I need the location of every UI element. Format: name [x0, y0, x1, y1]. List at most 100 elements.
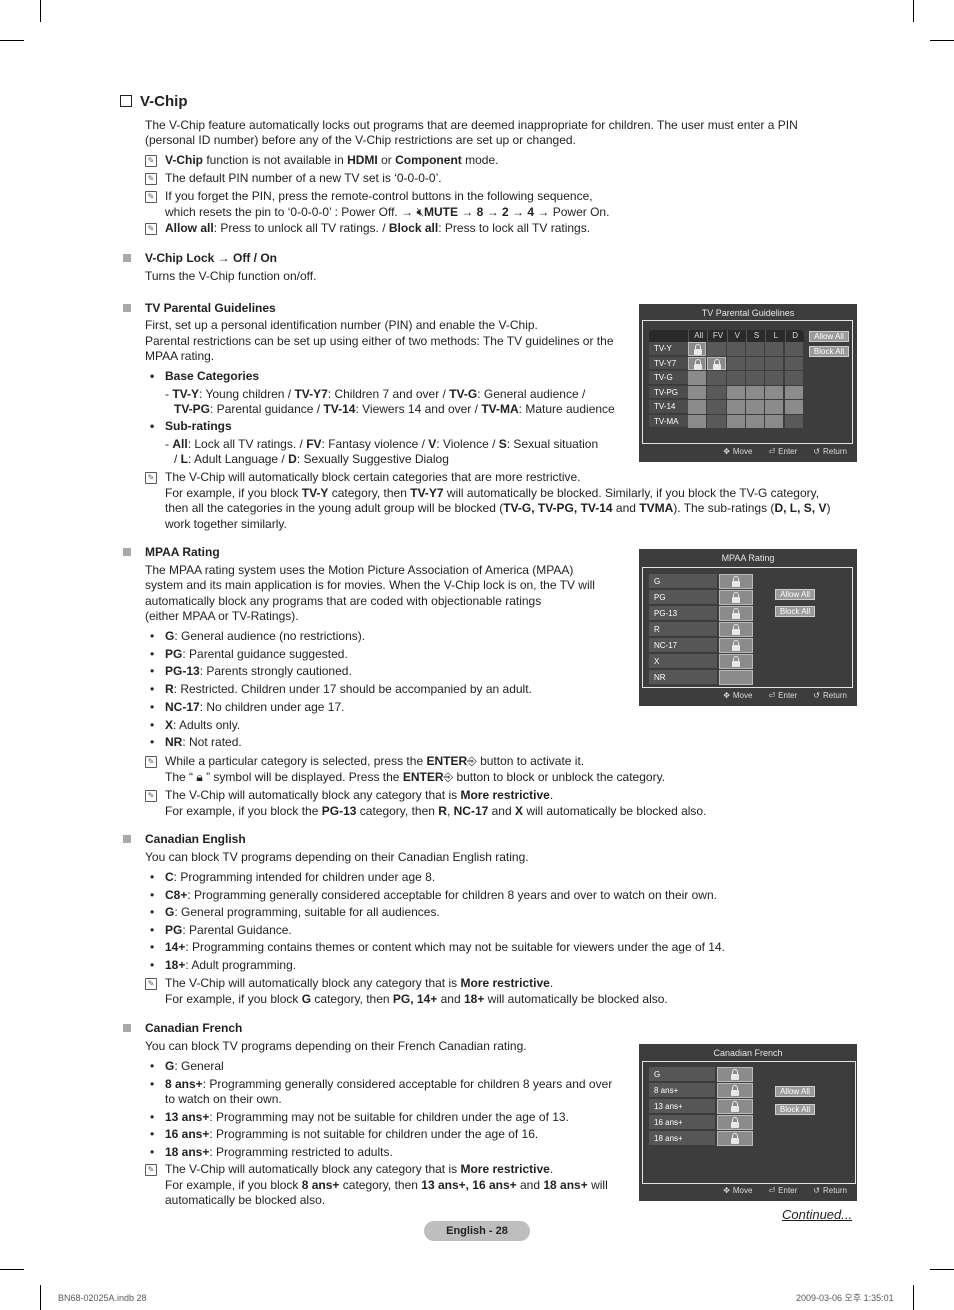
rating-cell[interactable]: [765, 356, 784, 370]
bullet-dot-icon: •: [150, 870, 155, 884]
lock-icon: [731, 1101, 739, 1112]
rating-cell[interactable]: [719, 590, 753, 605]
rating-cell[interactable]: [707, 356, 726, 370]
rating-cell[interactable]: [719, 654, 753, 669]
row-label: NC-17: [649, 638, 717, 653]
allow-all-button[interactable]: Allow All: [775, 589, 815, 600]
note: ✎ V-Chip function is not available in HDM…: [145, 153, 498, 169]
list-item-key: PG-13: [165, 664, 200, 679]
rating-cell[interactable]: [707, 414, 726, 428]
rating-cell[interactable]: [765, 385, 784, 399]
rating-cell[interactable]: [745, 400, 765, 414]
rating-cell[interactable]: [784, 356, 803, 370]
list-item: • 8 ans+: Programming generally considere…: [150, 1077, 612, 1108]
block-all-button[interactable]: Block All: [775, 606, 815, 617]
lock-icon: [731, 1069, 739, 1080]
list-item: • C8+: Programming generally considered a…: [150, 888, 717, 904]
osd-mpaa-rating: MPAA Rating G PG PG-13 R NC-17 X NR Allow All …: [639, 549, 857, 706]
rating-cell[interactable]: [719, 622, 753, 637]
rating-cell[interactable]: [745, 371, 765, 385]
column-header: L: [765, 330, 785, 342]
allow-all-button[interactable]: Allow All: [775, 1086, 815, 1097]
rating-cell[interactable]: [784, 414, 803, 428]
intro-line-1: The V-Chip feature automatically locks o…: [145, 118, 798, 132]
note-icon: ✎: [145, 173, 157, 185]
block-all-button[interactable]: Block All: [775, 1104, 815, 1115]
rating-cell[interactable]: [688, 414, 707, 428]
title-text: V-Chip: [140, 93, 188, 110]
rating-cell[interactable]: [784, 385, 803, 399]
list-item-key: NC-17: [165, 699, 200, 714]
rating-cell[interactable]: [726, 414, 745, 428]
list-item-text: : General: [174, 1059, 224, 1073]
rating-cell[interactable]: [707, 400, 726, 414]
rating-cell[interactable]: [784, 371, 803, 385]
lock-icon: [731, 1085, 739, 1096]
lock-icon: [732, 592, 740, 603]
bullet-square-icon: [123, 1024, 131, 1032]
rating-cell[interactable]: [765, 400, 784, 414]
list-item-key: PG: [165, 646, 183, 661]
mpaa-p3: automatically block any programs that ar…: [145, 594, 542, 608]
rating-cell[interactable]: [745, 342, 765, 356]
bullet-dot-icon: •: [150, 664, 155, 679]
rating-cell[interactable]: [784, 400, 803, 414]
list-item-text: : Parents strongly cautioned.: [199, 664, 352, 679]
rating-cell[interactable]: [784, 342, 803, 356]
rating-cell[interactable]: [745, 385, 765, 399]
bullet-square-icon: [123, 548, 131, 556]
bullet-square-icon: [123, 254, 131, 262]
lock-icon: [732, 640, 740, 651]
list-item-key: NR: [165, 735, 183, 750]
tvpg-p1: First, set up a personal identification …: [145, 318, 538, 332]
rating-cell[interactable]: [707, 385, 726, 399]
enter-icon: ⎆: [443, 769, 454, 784]
rating-cell[interactable]: [726, 342, 745, 356]
bullet-dot-icon: •: [150, 699, 155, 714]
block-all-button[interactable]: Block All: [809, 346, 849, 357]
rating-cell[interactable]: [726, 356, 745, 370]
rating-cell[interactable]: [688, 400, 707, 414]
rating-cell[interactable]: [688, 385, 707, 399]
note: ✎ The V-Chip will automatically block any…: [145, 1162, 608, 1209]
note: ✎ The V-Chip will automatically block any…: [145, 976, 668, 1007]
rating-cell[interactable]: [719, 606, 753, 621]
rating-cell[interactable]: [765, 342, 784, 356]
list-item: • NC-17: No children under age 17.: [150, 700, 344, 716]
rating-cell[interactable]: [707, 371, 726, 385]
rating-cell[interactable]: [726, 400, 745, 414]
rating-cell[interactable]: [717, 1067, 753, 1082]
allow-all-button[interactable]: Allow All: [809, 331, 849, 342]
rating-cell[interactable]: [717, 1115, 753, 1130]
rating-cell[interactable]: [717, 1083, 753, 1098]
list-item-key: 16 ans+: [165, 1127, 210, 1142]
rating-cell[interactable]: [707, 342, 726, 356]
rating-cell[interactable]: [745, 356, 765, 370]
crop-mark: [0, 40, 24, 41]
rating-cell[interactable]: [719, 670, 753, 685]
rating-cell[interactable]: [719, 638, 753, 653]
list-item-text: : Programming restricted to adults.: [209, 1145, 393, 1160]
osd-footer: ✥ Move ⏎ Enter ↺ Return: [723, 690, 847, 700]
rating-cell[interactable]: [745, 414, 765, 428]
rating-cell[interactable]: [726, 371, 745, 385]
move-icon: ✥: [723, 690, 730, 700]
rating-cell[interactable]: [765, 414, 784, 428]
crop-mark: [913, 1285, 914, 1310]
rating-cell[interactable]: [688, 371, 707, 385]
rating-cell[interactable]: [765, 371, 784, 385]
lock-icon: [693, 344, 702, 355]
list-item-text: : Programming may not be suitable for ch…: [209, 1109, 569, 1124]
rating-cell[interactable]: [688, 356, 707, 370]
crop-mark: [40, 1285, 41, 1310]
continued-link[interactable]: Continued...: [782, 1207, 852, 1223]
rating-cell[interactable]: [717, 1131, 753, 1146]
row-label: TV-MA: [649, 414, 688, 428]
rating-cell[interactable]: [717, 1099, 753, 1114]
lock-icon: [712, 358, 721, 370]
rating-cell[interactable]: [726, 385, 745, 399]
page-number-badge: English - 28: [424, 1221, 530, 1241]
rating-cell[interactable]: [719, 574, 753, 589]
list-item-text: : Programming contains themes or content…: [185, 940, 725, 955]
rating-cell[interactable]: [688, 342, 707, 356]
